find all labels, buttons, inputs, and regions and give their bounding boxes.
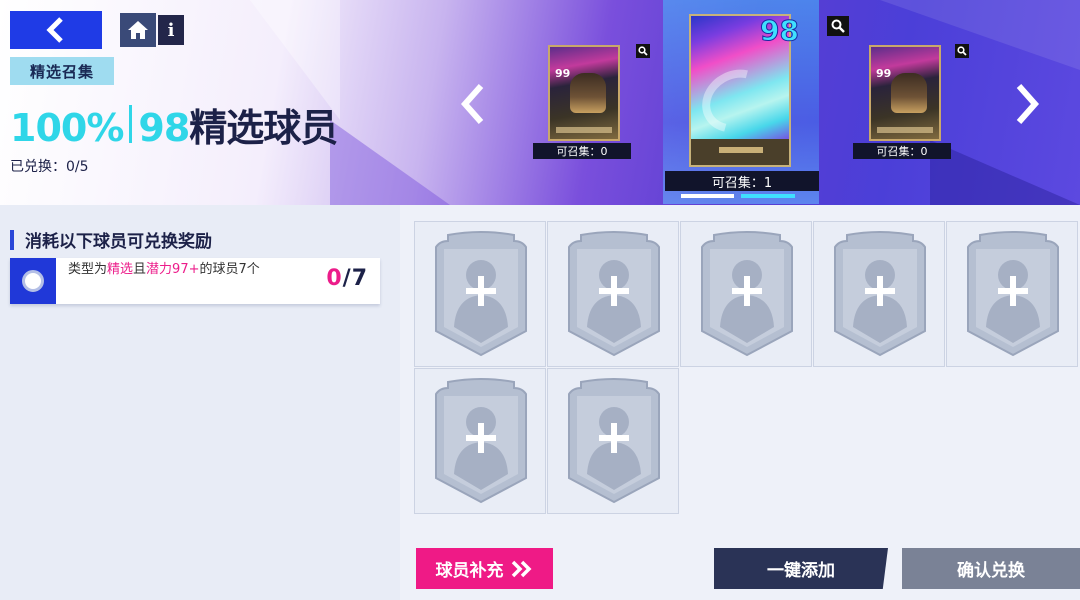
player-slot[interactable] — [547, 368, 679, 514]
next-pack-arrow[interactable] — [1008, 82, 1044, 126]
home-icon — [128, 21, 148, 39]
add-player-icon — [568, 378, 660, 504]
info-icon: i — [167, 19, 175, 41]
banner-shard — [330, 120, 450, 205]
player-supply-button[interactable]: 球员补充 — [416, 548, 553, 589]
auto-add-button[interactable]: 一键添加 — [714, 548, 888, 589]
requirements-panel: 消耗以下球员可兑换奖励 类型为精选且潜力97+的球员7个 0/7 — [0, 205, 400, 600]
pack-nameplate — [691, 139, 789, 165]
prev-pack-arrow[interactable] — [456, 82, 492, 126]
pack-swirl-art — [690, 57, 782, 145]
chevron-left-icon — [46, 17, 63, 43]
pack-card-right[interactable]: 99 — [869, 45, 941, 141]
back-button[interactable] — [10, 11, 102, 49]
player-portrait — [891, 73, 927, 113]
player-slot[interactable] — [813, 221, 945, 367]
title-percent: 100% — [10, 106, 124, 150]
count-current: 0 — [326, 266, 343, 291]
player-portrait — [570, 73, 606, 113]
player-slot[interactable] — [414, 221, 546, 367]
magnifier-icon — [638, 46, 648, 56]
event-title: 100% 98 精选球员 — [10, 97, 338, 151]
home-button[interactable] — [120, 13, 156, 47]
banner-shard — [930, 140, 1080, 205]
pack-ovr-center: 98 — [760, 14, 800, 48]
magnifier-icon — [831, 19, 845, 33]
player-slot[interactable] — [680, 221, 812, 367]
requirement-description: 类型为精选且潜力97+的球员7个 — [68, 262, 260, 277]
pack-count-left: 可召集：0 — [533, 143, 631, 159]
pack-count-center: 可召集：1 — [665, 171, 819, 191]
pack-count-right: 可召集：0 — [853, 143, 951, 159]
page-indicator-active — [741, 194, 795, 198]
event-banner: i 精选召集 100% 98 精选球员 已兑换：0/5 99 可召集：0 98 … — [0, 0, 1080, 205]
add-player-icon — [435, 231, 527, 357]
requirement-item[interactable]: 类型为精选且潜力97+的球员7个 0/7 — [10, 258, 380, 304]
add-player-icon — [834, 231, 926, 357]
info-button[interactable]: i — [158, 15, 184, 45]
zoom-button-right[interactable] — [955, 44, 969, 58]
player-slot[interactable] — [547, 221, 679, 367]
heading-accent-bar — [10, 229, 14, 250]
redeem-progress: 已兑换：0/5 — [10, 159, 89, 175]
event-tag: 精选召集 — [10, 57, 114, 85]
title-rating: 98 — [138, 106, 190, 150]
zoom-button-left[interactable] — [636, 44, 650, 58]
count-total: /7 — [342, 266, 368, 291]
confirm-redeem-button[interactable]: 确认兑换 — [902, 548, 1080, 589]
title-divider — [129, 105, 133, 143]
player-slot[interactable] — [414, 368, 546, 514]
pack-nameplate — [877, 127, 933, 133]
add-player-icon — [568, 231, 660, 357]
requirement-count: 0/7 — [326, 266, 368, 291]
pack-nameplate — [556, 127, 612, 133]
double-chevron-right-icon — [511, 560, 531, 577]
pack-ovr: 99 — [876, 67, 892, 80]
page-indicator — [681, 194, 734, 198]
player-slot[interactable] — [946, 221, 1078, 367]
requirements-heading-text: 消耗以下球员可兑换奖励 — [25, 232, 212, 252]
zoom-button-center[interactable] — [827, 16, 849, 36]
magnifier-icon — [957, 46, 967, 56]
pack-ovr: 99 — [555, 67, 571, 80]
requirement-status-icon — [10, 258, 56, 304]
pack-card-left[interactable]: 99 — [548, 45, 620, 141]
add-player-icon — [967, 231, 1059, 357]
title-name: 精选球员 — [189, 106, 338, 150]
requirements-heading: 消耗以下球员可兑换奖励 — [10, 227, 212, 252]
add-player-icon — [701, 231, 793, 357]
add-player-icon — [435, 378, 527, 504]
status-ring — [22, 270, 44, 292]
